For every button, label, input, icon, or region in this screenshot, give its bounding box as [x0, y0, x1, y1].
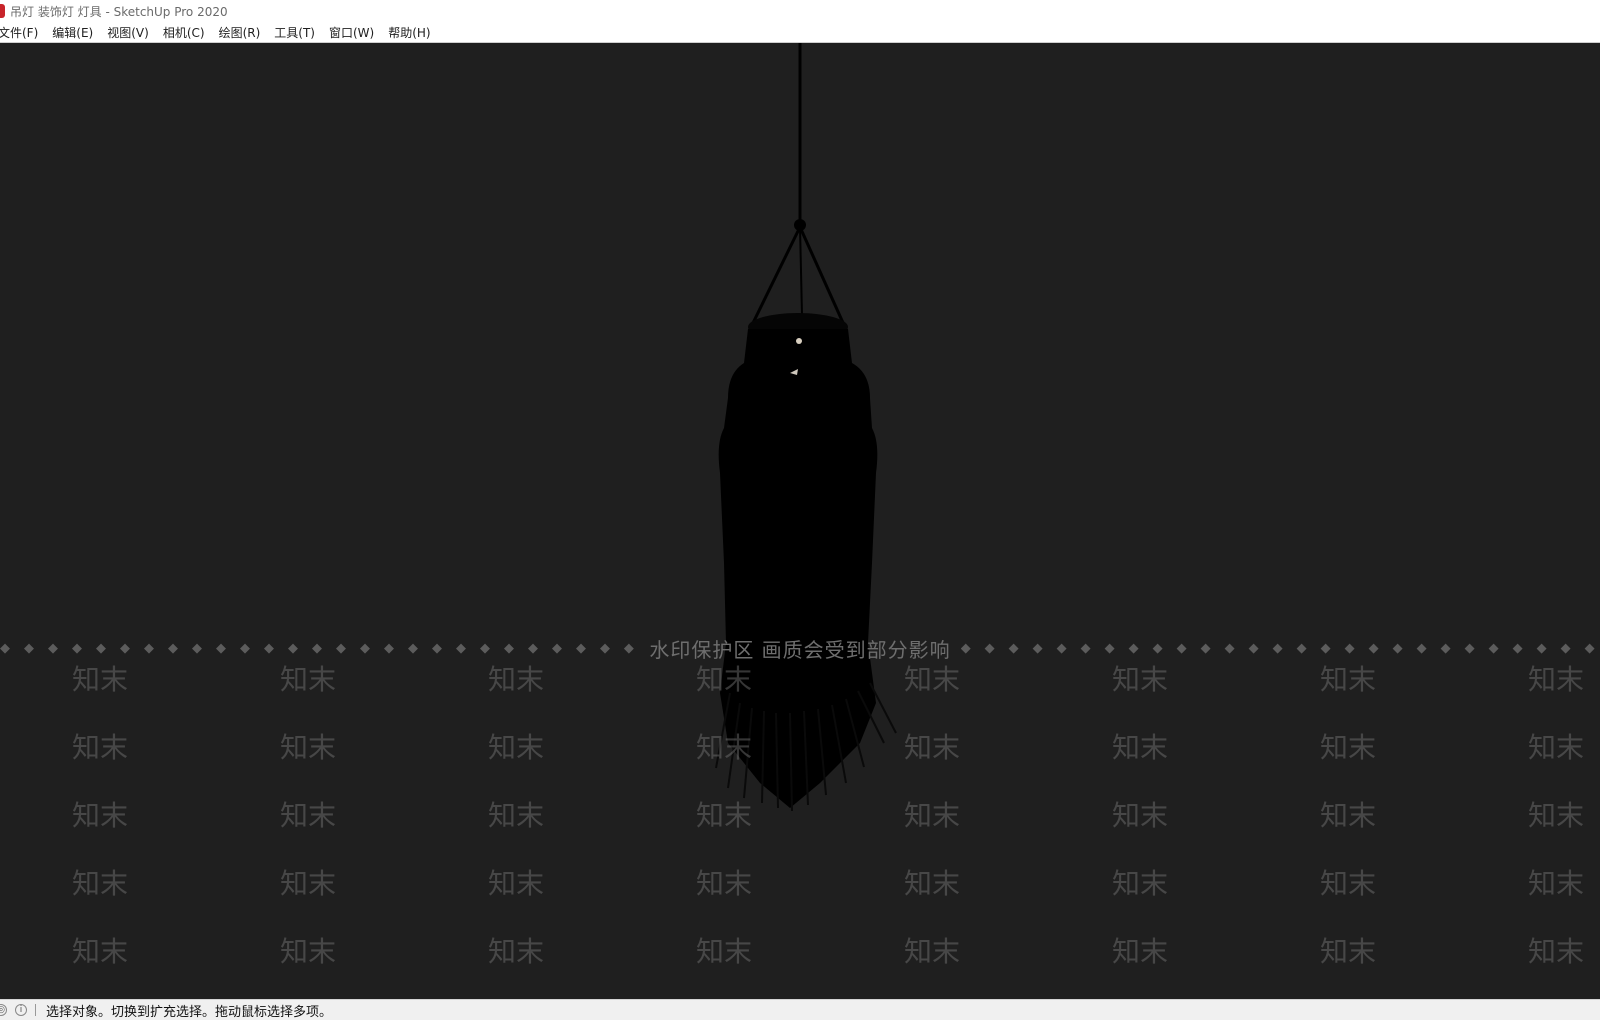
watermark-logo: 知末 [488, 867, 545, 900]
watermark-logo: 知末 [1320, 935, 1377, 968]
watermark-logo: 知末 [696, 867, 753, 900]
status-divider [35, 1004, 36, 1016]
bulb-glint [796, 338, 802, 344]
watermark-logo: 知末 [1112, 935, 1169, 968]
title-bar: 吊灯 装饰灯 灯具 - SketchUp Pro 2020 [0, 0, 1600, 22]
watermark-logo: 知末 [280, 799, 337, 832]
watermark-logo: 知末 [1112, 731, 1169, 764]
watermark-logo: 知末 [696, 731, 753, 764]
menu-file[interactable]: 文件(F) [0, 24, 38, 41]
watermark-dots-left: ◆◆◆◆◆◆◆◆◆◆◆◆◆◆◆◆◆◆◆◆◆◆◆◆◆◆◆◆◆◆ [0, 640, 639, 656]
watermark-logo: 知末 [280, 663, 337, 696]
status-bar: ◎ i 选择对象。切换到扩充选择。拖动鼠标选择多项。 [0, 999, 1600, 1020]
geo-location-icon[interactable]: ◎ [0, 1004, 7, 1016]
watermark-logo: 知末 [1528, 935, 1585, 968]
watermark-dots-right: ◆◆◆◆◆◆◆◆◆◆◆◆◆◆◆◆◆◆◆◆◆◆◆◆◆◆◆◆◆◆ [960, 640, 1600, 656]
watermark-logo: 知末 [1320, 867, 1377, 900]
watermark-logo: 知末 [904, 867, 961, 900]
watermark-logo: 知末 [1112, 867, 1169, 900]
watermark-logo: 知末 [72, 731, 129, 764]
watermark-logo: 知末 [488, 799, 545, 832]
watermark-logo: 知末 [1320, 731, 1377, 764]
watermark-logo: 知末 [904, 935, 961, 968]
info-icon[interactable]: i [15, 1004, 27, 1016]
watermark-band: ◆◆◆◆◆◆◆◆◆◆◆◆◆◆◆◆◆◆◆◆◆◆◆◆◆◆◆◆◆◆ 水印保护区 画质会… [0, 638, 1600, 662]
watermark-logo: 知末 [1112, 799, 1169, 832]
watermark-logo: 知末 [1112, 663, 1169, 696]
watermark-logo: 知末 [488, 935, 545, 968]
watermark-logo: 知末 [488, 731, 545, 764]
menu-bar: 文件(F) 编辑(E) 视图(V) 相机(C) 绘图(R) 工具(T) 窗口(W… [0, 22, 1600, 43]
watermark-logo: 知末 [696, 799, 753, 832]
sketchup-logo-icon [0, 4, 5, 18]
watermark-logo: 知末 [72, 663, 129, 696]
model-viewport[interactable]: ◆◆◆◆◆◆◆◆◆◆◆◆◆◆◆◆◆◆◆◆◆◆◆◆◆◆◆◆◆◆ 水印保护区 画质会… [0, 43, 1600, 999]
watermark-logo: 知末 [280, 867, 337, 900]
menu-view[interactable]: 视图(V) [107, 24, 149, 41]
watermark-logo: 知末 [72, 867, 129, 900]
watermark-logo: 知末 [904, 731, 961, 764]
watermark-logo: 知末 [696, 663, 753, 696]
watermark-logo: 知末 [1528, 663, 1585, 696]
watermark-logo: 知末 [72, 799, 129, 832]
menu-tools[interactable]: 工具(T) [274, 24, 315, 41]
watermark-logo: 知末 [280, 731, 337, 764]
status-hint: 选择对象。切换到扩充选择。拖动鼠标选择多项。 [46, 1004, 333, 1020]
menu-help[interactable]: 帮助(H) [388, 24, 430, 41]
watermark-logo: 知末 [72, 935, 129, 968]
lamp-wire-center [799, 226, 803, 316]
watermark-logo: 知末 [280, 935, 337, 968]
menu-camera[interactable]: 相机(C) [163, 24, 205, 41]
watermark-logo: 知末 [1528, 799, 1585, 832]
watermark-logo: 知末 [1528, 867, 1585, 900]
menu-edit[interactable]: 编辑(E) [52, 24, 93, 41]
menu-draw[interactable]: 绘图(R) [219, 24, 261, 41]
window-title: 吊灯 装饰灯 灯具 - SketchUp Pro 2020 [10, 4, 228, 19]
watermark-logo: 知末 [1528, 731, 1585, 764]
lamp-wire-right [798, 226, 846, 326]
watermark-logo: 知末 [696, 935, 753, 968]
watermark-logo: 知末 [1320, 799, 1377, 832]
watermark-logo: 知末 [1320, 663, 1377, 696]
watermark-logo: 知末 [904, 799, 961, 832]
watermark-logo: 知末 [904, 663, 961, 696]
lamp-wire-left [750, 226, 802, 326]
watermark-logo: 知末 [488, 663, 545, 696]
menu-window[interactable]: 窗口(W) [329, 24, 374, 41]
watermark-overlay: 知末 知末 知末 知末 知末 知末 知末 知末 知末 知末 知末 知末 知末 知… [0, 658, 1600, 998]
